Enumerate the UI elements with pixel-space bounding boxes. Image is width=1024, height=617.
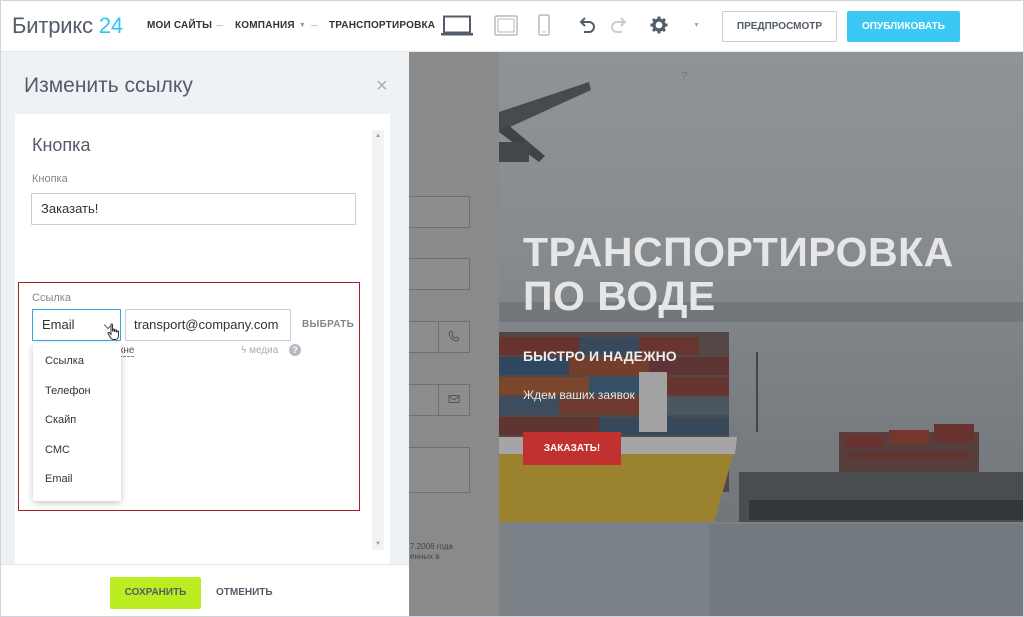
mobile-icon[interactable] bbox=[538, 14, 550, 36]
dropdown-option-phone[interactable]: Телефон bbox=[45, 385, 91, 397]
phone-icon bbox=[438, 321, 470, 353]
dropdown-option-sms[interactable]: СМС bbox=[45, 444, 70, 456]
preview-button[interactable]: ПРЕДПРОСМОТР bbox=[722, 11, 837, 42]
nav-company-label: КОМПАНИЯ bbox=[235, 20, 295, 31]
choose-link-button[interactable]: ВЫБРАТЬ bbox=[302, 319, 354, 330]
hero-order-button-label: ЗАКАЗАТЬ! bbox=[543, 443, 601, 454]
background-form-text: 7.2006 года bbox=[410, 542, 453, 551]
chevron-down-icon[interactable]: ▼ bbox=[693, 22, 700, 29]
tablet-icon[interactable] bbox=[494, 15, 518, 36]
envelope-icon bbox=[438, 384, 470, 416]
scrollbar[interactable]: ▲ ▼ bbox=[372, 130, 384, 550]
panel-footer: СОХРАНИТЬ ОТМЕНИТЬ bbox=[0, 564, 409, 617]
link-type-value: Email bbox=[42, 317, 75, 332]
link-type-dropdown: Ссылка Телефон Скайп СМС Email bbox=[33, 343, 121, 501]
section-title: Кнопка bbox=[32, 135, 91, 155]
new-window-toggle[interactable]: кне bbox=[119, 345, 135, 357]
hero-question-mark: ? bbox=[681, 69, 688, 83]
dropdown-option-link[interactable]: Ссылка bbox=[45, 355, 84, 367]
hero-subtitle: БЫСТРО И НАДЕЖНО bbox=[523, 348, 677, 364]
hero-order-button[interactable]: ЗАКАЗАТЬ! bbox=[523, 432, 621, 465]
cancel-button[interactable]: ОТМЕНИТЬ bbox=[216, 587, 273, 598]
redo-icon[interactable] bbox=[608, 14, 630, 36]
media-link[interactable]: ϟ медиа bbox=[241, 345, 278, 356]
top-toolbar: Битрикс 24 МОИ САЙТЫ КОМПАНИЯ ▼ ТРАНСПОРТИ… bbox=[0, 0, 1024, 52]
scroll-down-arrow-icon[interactable]: ▼ bbox=[372, 538, 384, 550]
dropdown-option-email[interactable]: Email bbox=[45, 473, 73, 485]
gear-icon[interactable] bbox=[648, 14, 670, 36]
publish-button[interactable]: ОПУБЛИКОВАТЬ bbox=[847, 11, 960, 42]
nav-separator bbox=[216, 25, 223, 26]
hero-section: ? ТРАНСПОРТИРОВКА ПО ВОДЕ БЫСТРО И НАДЕЖ… bbox=[499, 52, 1024, 617]
lightning-icon: ϟ bbox=[241, 345, 250, 356]
logo-text: Битрикс bbox=[12, 13, 93, 38]
hero-text: Ждем ваших заявок bbox=[523, 388, 635, 402]
desktop-icon[interactable] bbox=[441, 15, 473, 37]
publish-button-label: ОПУБЛИКОВАТЬ bbox=[862, 21, 945, 32]
background-form-text: енных в bbox=[410, 552, 440, 561]
background-form-field bbox=[400, 258, 470, 290]
save-button[interactable]: СОХРАНИТЬ bbox=[110, 577, 201, 609]
panel-title: Изменить ссылку bbox=[24, 74, 193, 97]
nav-transport[interactable]: ТРАНСПОРТИРОВКА bbox=[329, 20, 435, 31]
nav-transport-label: ТРАНСПОРТИРОВКА bbox=[329, 20, 436, 31]
edit-link-panel: Изменить ссылку × ▲ ▼ Кнопка Кнопка Зака… bbox=[0, 52, 409, 617]
link-settings-box: Ссылка Email transport@company.com ВЫБРА… bbox=[18, 282, 360, 511]
hero-title: ТРАНСПОРТИРОВКА ПО ВОДЕ bbox=[523, 229, 954, 319]
logo-number: 24 bbox=[98, 13, 123, 38]
link-label: Ссылка bbox=[32, 292, 71, 304]
nav-separator bbox=[311, 25, 318, 26]
dropdown-option-skype[interactable]: Скайп bbox=[45, 414, 76, 426]
help-icon[interactable]: ? bbox=[289, 344, 301, 356]
hero-dim-overlay bbox=[499, 52, 1024, 617]
bitrix24-logo[interactable]: Битрикс 24 bbox=[12, 13, 123, 39]
scroll-up-arrow-icon[interactable]: ▲ bbox=[372, 130, 384, 142]
nav-my-sites[interactable]: МОИ САЙТЫ bbox=[147, 20, 212, 31]
save-button-label: СОХРАНИТЬ bbox=[124, 587, 187, 598]
nav-my-sites-label: МОИ САЙТЫ bbox=[147, 20, 213, 31]
preview-button-label: ПРЕДПРОСМОТР bbox=[736, 21, 823, 32]
nav-company[interactable]: КОМПАНИЯ ▼ bbox=[235, 20, 306, 31]
undo-icon[interactable] bbox=[576, 14, 598, 36]
close-icon[interactable]: × bbox=[376, 76, 388, 96]
button-text-input[interactable]: Заказать! bbox=[31, 193, 356, 225]
link-value-input[interactable]: transport@company.com bbox=[125, 309, 291, 341]
media-label: медиа bbox=[249, 345, 279, 356]
background-form-textarea bbox=[400, 447, 470, 493]
hand-cursor-icon bbox=[107, 323, 119, 340]
button-text-label: Кнопка bbox=[32, 173, 68, 185]
background-form-field bbox=[400, 196, 470, 228]
chevron-down-icon: ▼ bbox=[298, 22, 306, 29]
